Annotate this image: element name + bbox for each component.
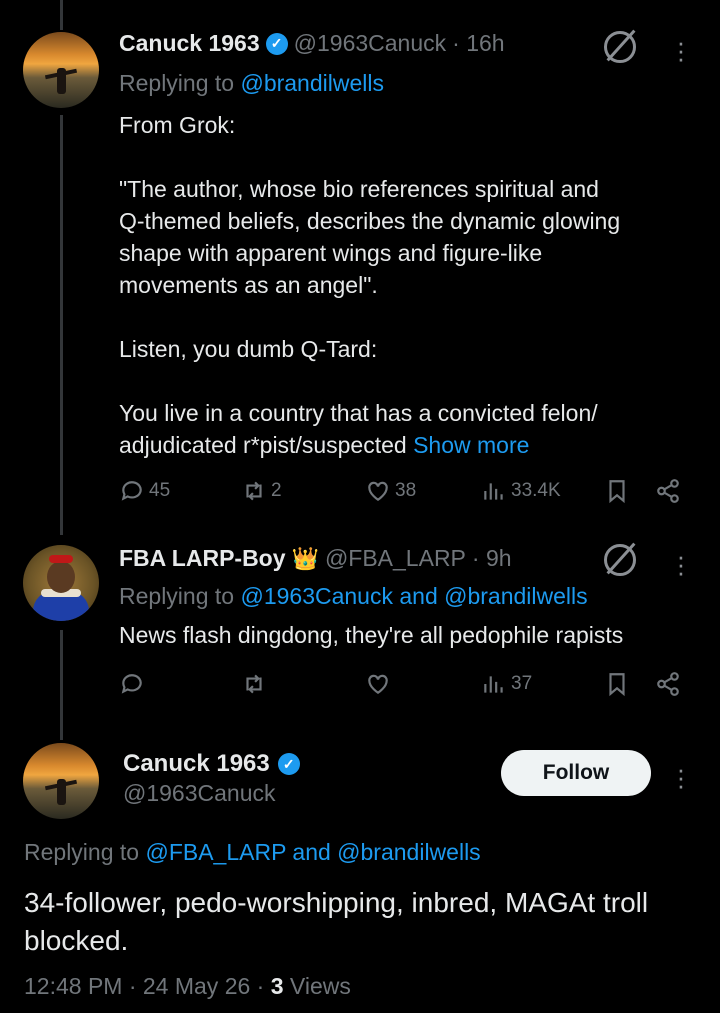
repost-icon [246,674,262,694]
share-button[interactable] [655,478,681,504]
tweet-timestamp[interactable]: 12:48 PM · 24 May 26 · [24,973,264,999]
tweet-time[interactable]: · 16h [452,30,504,57]
tweet-meta: 12:48 PM · 24 May 26 · 3 Views [24,973,351,1000]
share-icon [657,479,679,503]
more-icon[interactable]: · · · [676,756,686,798]
repost-button[interactable]: 2 [241,478,282,504]
avatar[interactable] [23,32,99,108]
body-line: From Grok: [119,112,236,138]
views-button[interactable]: 33.4K [481,478,561,504]
views-icon [484,483,503,500]
repost-icon [246,481,262,501]
grok-icon[interactable] [604,544,636,576]
tweet-header: Canuck 1963 ✓ @1963Canuck · 16h [119,30,505,57]
reply-mention[interactable]: @1963Canuck and @brandilwells [240,583,587,609]
thread-line-1 [60,115,63,535]
tweet-header: FBA LARP-Boy 👑 @FBA_LARP · 9h [119,545,512,572]
avatar[interactable] [23,545,99,621]
body-line: adjudicated r*pist/suspected Show more [119,432,530,458]
replying-to: Replying to @brandilwells [119,70,384,96]
tweet-actions: 45 2 38 33.4K [119,478,689,508]
crown-icon: 👑 [291,545,319,571]
tweet-body: From Grok: "The author, whose bio refere… [119,109,699,461]
body-line: shape with apparent wings and figure-lik… [119,240,543,266]
tweet-time[interactable]: · 9h [472,545,512,572]
body-line: "The author, whose bio references spirit… [119,176,599,202]
body-line: Listen, you dumb Q-Tard: [119,336,378,362]
grok-icon[interactable] [604,31,636,63]
views-icon [484,676,503,693]
reply-mention[interactable]: @FBA_LARP and @brandilwells [145,839,480,865]
replying-to: Replying to @FBA_LARP and @brandilwells [24,839,481,865]
bookmark-button[interactable] [604,671,630,697]
reply-icon [121,674,142,694]
author-name[interactable]: Canuck 1963 [119,30,260,57]
tweet-body: News flash dingdong, they're all pedophi… [119,619,699,651]
show-more-link[interactable]: Show more [413,432,529,458]
like-button[interactable] [365,671,391,697]
bookmark-icon [609,480,625,504]
thread-line-top [60,0,63,30]
author-name-row: Canuck 1963 ✓ [123,750,300,778]
verified-icon: ✓ [265,32,288,55]
follow-button[interactable]: Follow [501,750,651,796]
repost-button[interactable] [241,671,267,697]
verified-icon: ✓ [277,753,300,775]
reply-button[interactable] [119,671,145,697]
author-handle[interactable]: @1963Canuck [294,30,447,57]
tweet-body: 34-follower, pedo-worshipping, inbred, M… [24,887,649,956]
body-line: Q-themed beliefs, describes the dynamic … [119,208,621,234]
more-icon[interactable]: · · · [676,543,686,585]
reply-button[interactable]: 45 [119,478,170,504]
author-handle[interactable]: @1963Canuck [123,780,276,807]
bookmark-icon [609,673,625,697]
replying-to: Replying to @1963Canuck and @brandilwell… [119,583,588,609]
views-label: Views [289,973,351,999]
reply-icon [121,481,142,501]
like-button[interactable]: 38 [365,478,416,504]
like-icon [368,481,388,501]
share-icon [657,672,679,696]
body-line: movements as an angel". [119,272,378,298]
avatar[interactable] [23,743,99,819]
reply-mention[interactable]: @brandilwells [240,70,384,96]
views-button[interactable]: 37 [481,671,532,697]
tweet-actions: 37 [119,671,689,701]
views-count: 3 [270,973,284,999]
author-handle[interactable]: @FBA_LARP [325,545,466,572]
bookmark-button[interactable] [604,478,630,504]
share-button[interactable] [655,671,681,697]
more-icon[interactable]: · · · [676,29,686,71]
thread-line-2 [60,630,63,740]
like-icon [368,674,388,694]
body-line: News flash dingdong, they're all pedophi… [119,622,624,648]
author-name[interactable]: FBA LARP-Boy [119,545,286,572]
body-line: You live in a country that has a convict… [119,400,598,426]
author-name[interactable]: Canuck 1963 [123,750,270,778]
